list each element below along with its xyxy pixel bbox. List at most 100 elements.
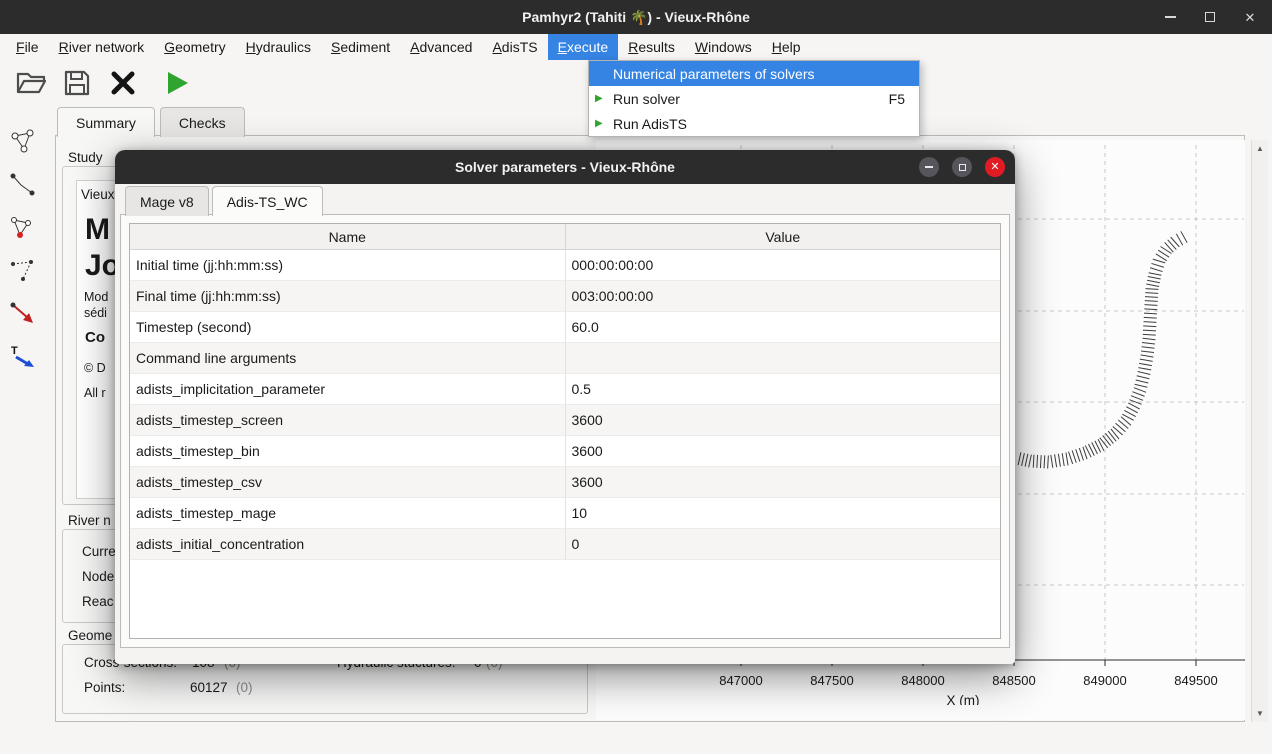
param-name-cell[interactable]: Initial time (jj:hh:mm:ss) — [130, 250, 565, 281]
param-name-cell[interactable]: adists_timestep_screen — [130, 405, 565, 436]
param-name-cell[interactable]: adists_timestep_csv — [130, 467, 565, 498]
menu-item-run-solver[interactable]: ▶Run solverF5 — [589, 86, 919, 111]
param-value-cell[interactable]: 10 — [565, 498, 1000, 529]
menu-windows[interactable]: Windows — [685, 34, 762, 60]
study-subheading: Co — [85, 329, 105, 346]
play-icon: ▶ — [589, 93, 613, 104]
dialog-tab-adis-ts-wc[interactable]: Adis-TS_WC — [212, 186, 323, 216]
scroll-down-icon[interactable]: ▼ — [1256, 709, 1264, 718]
main-tabbar: SummaryChecks — [57, 107, 245, 137]
save-icon — [62, 68, 92, 98]
menu-results[interactable]: Results — [618, 34, 685, 60]
menu-geometry[interactable]: Geometry — [154, 34, 235, 60]
param-row[interactable]: adists_timestep_mage10 — [130, 498, 1000, 529]
param-value-cell[interactable]: 000:00:00:00 — [565, 250, 1000, 281]
column-header-name[interactable]: Name — [130, 224, 565, 250]
maximize-icon — [959, 164, 966, 171]
delete-button[interactable] — [104, 64, 142, 102]
tab-checks[interactable]: Checks — [160, 107, 245, 137]
study-description-line2: sédi — [84, 306, 107, 320]
solver-parameters-dialog: Solver parameters - Vieux-Rhône ✕ Mage v… — [115, 150, 1015, 664]
svg-text:T: T — [11, 345, 18, 357]
scroll-up-icon[interactable]: ▲ — [1256, 144, 1264, 153]
minimize-icon — [1165, 16, 1176, 18]
open-button[interactable] — [12, 64, 50, 102]
param-name-cell[interactable]: adists_timestep_bin — [130, 436, 565, 467]
profile-tool-icon — [8, 170, 38, 200]
profile-tool-button[interactable] — [4, 167, 42, 203]
window-title: Pamhyr2 (Tahiti 🌴) - Vieux-Rhône — [522, 9, 750, 26]
param-row[interactable]: adists_initial_concentration0 — [130, 529, 1000, 560]
param-value-cell[interactable]: 0 — [565, 529, 1000, 560]
study-name: Vieux — [81, 187, 115, 202]
param-row[interactable]: Timestep (second)60.0 — [130, 312, 1000, 343]
column-header-value[interactable]: Value — [565, 224, 1000, 250]
menu-hydraulics[interactable]: Hydraulics — [236, 34, 321, 60]
param-value-cell[interactable]: 3600 — [565, 436, 1000, 467]
minimize-button[interactable] — [1162, 9, 1178, 25]
vertical-scrollbar[interactable]: ▲ ▼ — [1251, 140, 1268, 722]
tab-summary[interactable]: Summary — [57, 107, 155, 137]
param-value-cell[interactable]: 003:00:00:00 — [565, 281, 1000, 312]
parameters-table-body: Initial time (jj:hh:mm:ss)000:00:00:00Fi… — [130, 250, 1000, 560]
save-button[interactable] — [58, 64, 96, 102]
param-value-cell[interactable] — [565, 343, 1000, 374]
menu-sediment[interactable]: Sediment — [321, 34, 400, 60]
param-name-cell[interactable]: Timestep (second) — [130, 312, 565, 343]
param-row[interactable]: Final time (jj:hh:mm:ss)003:00:00:00 — [130, 281, 1000, 312]
param-value-cell[interactable]: 0.5 — [565, 374, 1000, 405]
river-tools-sidebar: T — [4, 124, 46, 375]
menu-execute[interactable]: Execute — [548, 34, 619, 60]
menu-advanced[interactable]: Advanced — [400, 34, 482, 60]
dialog-titlebar[interactable]: Solver parameters - Vieux-Rhône ✕ — [115, 150, 1015, 184]
x-tick-label: 848500 — [992, 673, 1035, 688]
menu-item-label: Run AdisTS — [613, 116, 905, 132]
param-name-cell[interactable]: adists_timestep_mage — [130, 498, 565, 529]
dialog-minimize-button[interactable] — [919, 157, 939, 177]
translate-tool-button[interactable]: T — [4, 339, 42, 375]
param-value-cell[interactable]: 3600 — [565, 467, 1000, 498]
menu-adists[interactable]: AdisTS — [482, 34, 547, 60]
menu-item-run-adists[interactable]: ▶Run AdisTS — [589, 111, 919, 136]
dialog-close-button[interactable]: ✕ — [985, 157, 1005, 177]
menu-item-label: Run solver — [613, 91, 889, 107]
menu-file[interactable]: File — [6, 34, 49, 60]
menu-item-numerical-parameters-of-solvers[interactable]: Numerical parameters of solvers — [589, 61, 919, 86]
run-button[interactable] — [158, 64, 196, 102]
delete-icon — [109, 69, 137, 97]
menu-river-network[interactable]: River network — [49, 34, 155, 60]
param-row[interactable]: adists_timestep_bin3600 — [130, 436, 1000, 467]
minimize-icon — [925, 166, 933, 168]
network-tool-button[interactable] — [4, 124, 42, 160]
param-row[interactable]: adists_timestep_screen3600 — [130, 405, 1000, 436]
param-row[interactable]: Initial time (jj:hh:mm:ss)000:00:00:00 — [130, 250, 1000, 281]
window-titlebar[interactable]: Pamhyr2 (Tahiti 🌴) - Vieux-Rhône ✕ — [0, 0, 1272, 34]
param-name-cell[interactable]: Final time (jj:hh:mm:ss) — [130, 281, 565, 312]
slope-tool-icon — [8, 299, 38, 329]
river-cross-sections — [1018, 231, 1187, 468]
x-axis-label: X (m) — [947, 693, 980, 705]
study-group-label: Study — [68, 150, 103, 165]
dialog-tab-mage-v8[interactable]: Mage v8 — [125, 186, 209, 216]
dialog-tabbar: Mage v8Adis-TS_WC — [125, 186, 323, 216]
param-name-cell[interactable]: adists_implicitation_parameter — [130, 374, 565, 405]
close-button[interactable]: ✕ — [1242, 9, 1258, 25]
menu-item-shortcut: F5 — [889, 91, 919, 107]
param-value-cell[interactable]: 3600 — [565, 405, 1000, 436]
param-row[interactable]: adists_timestep_csv3600 — [130, 467, 1000, 498]
slope-tool-button[interactable] — [4, 296, 42, 332]
dialog-title: Solver parameters - Vieux-Rhône — [455, 159, 675, 175]
param-name-cell[interactable]: adists_initial_concentration — [130, 529, 565, 560]
maximize-button[interactable] — [1202, 9, 1218, 25]
param-row[interactable]: adists_implicitation_parameter0.5 — [130, 374, 1000, 405]
menubar: FileRiver networkGeometryHydraulicsSedim… — [0, 34, 1272, 60]
menu-help[interactable]: Help — [762, 34, 811, 60]
points-value: 60127 — [190, 680, 228, 695]
param-name-cell[interactable]: Command line arguments — [130, 343, 565, 374]
param-value-cell[interactable]: 60.0 — [565, 312, 1000, 343]
sections-tool-button[interactable] — [4, 253, 42, 289]
param-row[interactable]: Command line arguments — [130, 343, 1000, 374]
nodes-tool-button[interactable] — [4, 210, 42, 246]
dialog-maximize-button[interactable] — [952, 157, 972, 177]
parameters-table-header: NameValue — [130, 224, 1000, 250]
